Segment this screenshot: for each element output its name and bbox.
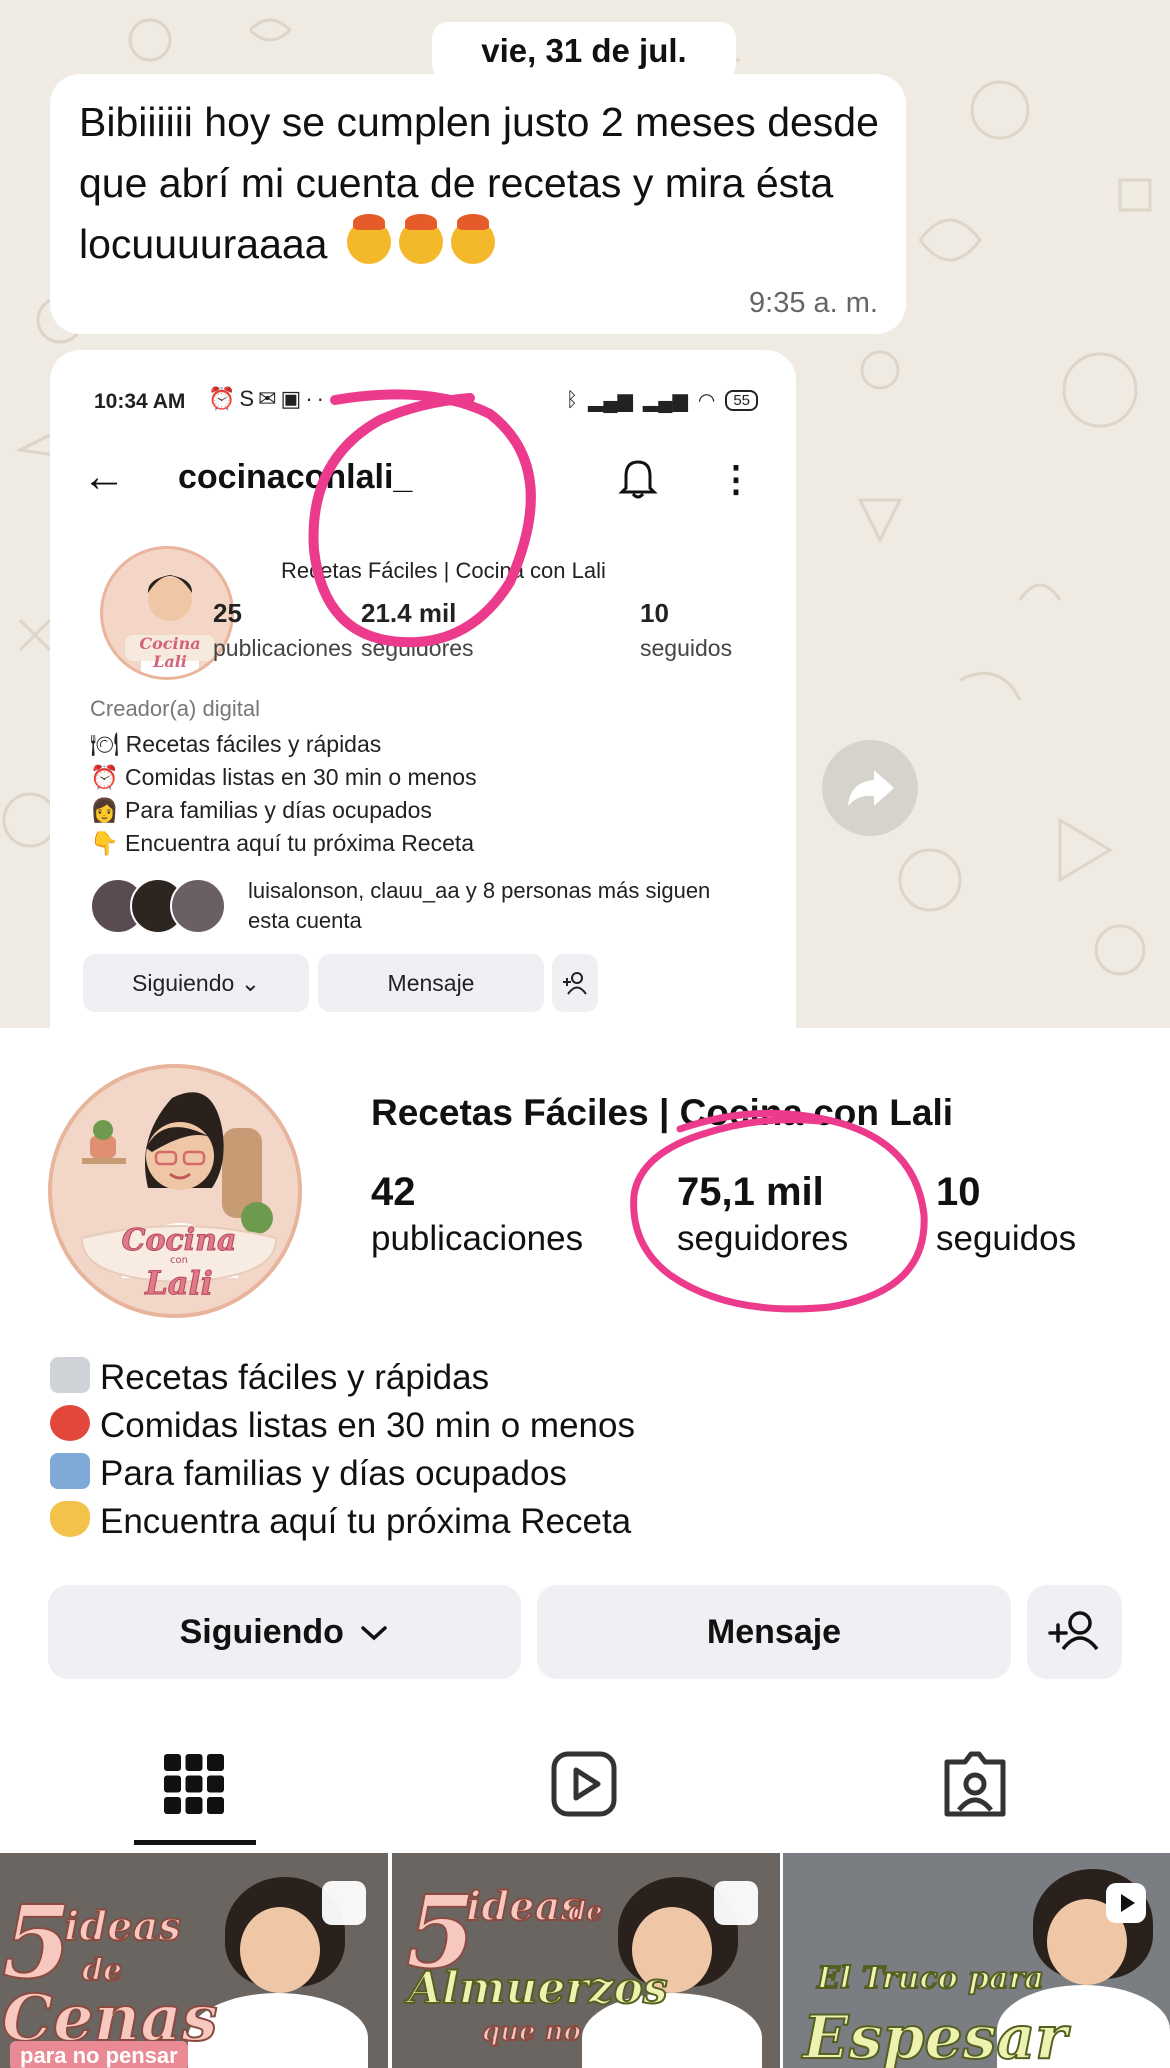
carousel-icon [322, 1881, 366, 1925]
shared-screenshot[interactable]: 10:34 AM ⏰S✉▣··· ᛒ ▂▄▆ ▂▄▆ ◠ 55 ← cocina… [50, 350, 796, 1028]
highlight-circle [308, 389, 536, 648]
message-text-block: Bibiiiiii hoy se cumplen justo 2 meses d… [79, 92, 899, 275]
chevron-down-icon [361, 1626, 388, 1641]
post-figure [240, 1907, 320, 1993]
bio-line: Encuentra aquí tu próxima Receta [50, 1498, 635, 1546]
bio-text: Encuentra aquí tu próxima Receta [100, 1502, 632, 1541]
stat-number: 10 [936, 1170, 981, 1214]
tagged-icon[interactable] [941, 1750, 1009, 1818]
post-text: Almuerzos [407, 1962, 669, 2015]
family-icon [50, 1453, 90, 1489]
profile-bio: Recetas fáciles y rápidas Comidas listas… [50, 1354, 635, 1546]
pointing-down-icon [50, 1501, 90, 1537]
post-text: para no pensar [10, 2041, 188, 2068]
active-tab-indicator [134, 1840, 256, 1845]
stat-label: publicaciones [371, 1219, 584, 1258]
bio-text: Para familias y días ocupados [100, 1454, 567, 1493]
stat-label: seguidos [936, 1219, 1077, 1258]
post-text: Espesar [802, 2002, 1068, 2068]
avatar-illustration: Cocina con Lali [80, 1092, 278, 1303]
message-time: 9:35 a. m. [749, 287, 878, 319]
post-thumbnail[interactable]: 5 ideas de Cenas para no pensar [0, 1853, 388, 2068]
post-text: de [567, 1896, 604, 1928]
carousel-icon [714, 1881, 758, 1925]
post-text: ideas [465, 1882, 584, 1931]
post-text: que no [481, 2016, 582, 2048]
exploding-head-emoji-icon [346, 214, 391, 264]
avatar-text: Cocina [122, 1223, 237, 1258]
bio-line: Comidas listas en 30 min o menos [50, 1402, 635, 1450]
profile-avatar[interactable]: Cocina con Lali [48, 1064, 302, 1318]
avatar-text: Lali [144, 1264, 213, 1302]
chat-area: vie, 31 de jul. Bibiiiiii hoy se cumplen… [0, 0, 1170, 1028]
alarm-clock-icon [50, 1405, 90, 1441]
grid-icon[interactable] [160, 1750, 228, 1818]
exploding-head-emoji-icon [450, 214, 495, 264]
bio-text: Recetas fáciles y rápidas [100, 1358, 490, 1397]
date-chip: vie, 31 de jul. [432, 22, 736, 80]
highlight-circle [630, 1109, 928, 1313]
post-thumbnail[interactable]: 5 ideas de Almuerzos que no [392, 1853, 780, 2068]
forward-button[interactable] [822, 740, 918, 836]
reels-icon[interactable] [550, 1750, 618, 1818]
bio-text: Comidas listas en 30 min o menos [100, 1406, 635, 1445]
post-text: ideas [63, 1902, 182, 1951]
message-button[interactable]: Mensaje [537, 1585, 1011, 1679]
stat-number: 42 [371, 1170, 416, 1214]
button-label: Siguiendo [179, 1613, 344, 1651]
post-thumbnail[interactable]: El Truco para Espesar [783, 1853, 1170, 2068]
post-text: El Truco para [816, 1960, 1045, 1997]
forward-icon [848, 770, 894, 806]
plate-icon [50, 1357, 90, 1393]
stat-posts[interactable]: 42 publicaciones [371, 1170, 583, 1259]
add-user-button[interactable] [1027, 1585, 1122, 1679]
exploding-head-emoji-icon [398, 214, 443, 264]
play-icon [1106, 1883, 1146, 1923]
stat-following[interactable]: 10 seguidos [936, 1170, 1076, 1259]
bio-line: Recetas fáciles y rápidas [50, 1354, 635, 1402]
add-user-icon [1048, 1611, 1099, 1651]
bio-line: Para familias y días ocupados [50, 1450, 635, 1498]
message-bubble[interactable]: Bibiiiiii hoy se cumplen justo 2 meses d… [50, 74, 906, 334]
following-button[interactable]: Siguiendo [48, 1585, 521, 1679]
